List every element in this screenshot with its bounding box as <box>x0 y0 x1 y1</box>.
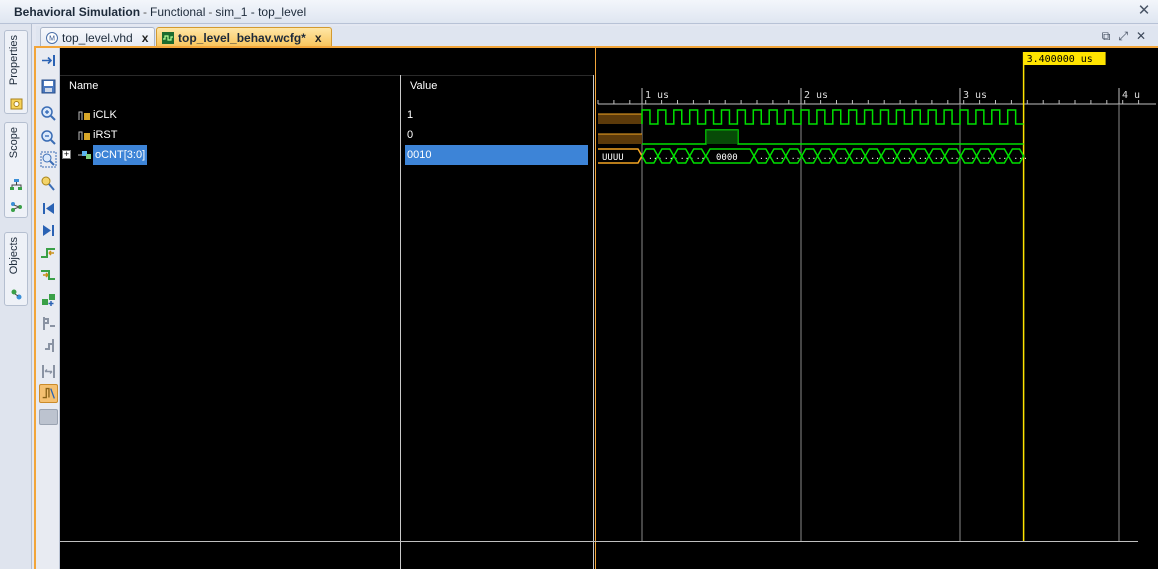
close-tab-icon[interactable]: x <box>142 31 149 45</box>
cursor-center-icon[interactable] <box>39 174 58 193</box>
restore-icon[interactable]: ⧉ <box>1102 29 1111 44</box>
ruler-tick-label: 3 us <box>963 90 987 101</box>
tab-scope[interactable]: Scope <box>4 122 28 218</box>
close-icon[interactable]: ✕ <box>1136 3 1152 19</box>
signal-name: oCNT[3:0] <box>93 145 148 165</box>
tab-properties[interactable]: Properties <box>4 30 28 114</box>
save-icon[interactable] <box>39 77 58 96</box>
signal-list-pane: Name Value iCLK 1 iRST 0 + oCNT[3:0] 001… <box>60 48 595 569</box>
irst-waveform <box>642 129 1024 145</box>
simulation-window: Behavioral Simulation - Functional - sim… <box>0 0 1158 569</box>
scope-icon <box>10 179 22 190</box>
objects-icon <box>11 289 22 300</box>
signal-value: 0 <box>407 129 414 141</box>
properties-icon <box>10 98 23 110</box>
tab-top-level-vhd[interactable]: M top_level.vhd x <box>40 27 155 47</box>
go-to-end-icon[interactable] <box>39 221 58 240</box>
selected-value-highlight <box>405 145 588 165</box>
vhdl-file-icon: M <box>46 31 58 44</box>
iclk-undefined <box>598 114 642 124</box>
snap-to-transition-icon[interactable] <box>39 384 58 403</box>
waveform-canvas[interactable]: 1 us 2 us 3 us 4 u3.400000 usUUUU..........… <box>596 48 1158 569</box>
ruler-tick-label: 1 us <box>645 90 669 101</box>
value-column-header[interactable]: Value <box>401 75 594 95</box>
bit-signal-icon <box>78 111 90 120</box>
bus-signal-icon <box>78 151 91 159</box>
signal-name: iRST <box>93 129 118 141</box>
close-view-icon[interactable]: ✕ <box>1136 29 1146 44</box>
tab-objects-label: Objects <box>8 237 20 275</box>
title-context: sim_1 - top_level <box>215 4 307 19</box>
signal-row-iclk[interactable]: iCLK 1 <box>60 105 595 125</box>
title-separator: - <box>143 4 148 19</box>
irst-undefined <box>598 134 642 144</box>
ruler-tick-label: 2 us <box>804 90 828 101</box>
bit-signal-icon <box>78 131 90 140</box>
waveform-icon <box>162 31 174 44</box>
next-marker-icon[interactable] <box>39 336 58 355</box>
svg-text:M: M <box>49 35 55 42</box>
ocnt-value-label: 0000 <box>716 153 738 163</box>
zoom-out-icon[interactable] <box>39 128 58 147</box>
title-mode: Behavioral Simulation <box>14 4 141 19</box>
ocnt-value-label: ... <box>1013 152 1027 161</box>
editor-tab-bar: M top_level.vhd x top_level_behav.wcfg* … <box>36 26 1158 47</box>
irst-high-fill <box>706 130 738 144</box>
prev-marker-icon[interactable] <box>39 314 58 333</box>
waveform-pane: 1 us 2 us 3 us 4 u 3.400000 us UUUU..........… <box>596 48 1158 569</box>
add-marker-icon[interactable] <box>39 290 58 309</box>
maximize-icon[interactable]: ⤢ <box>1118 29 1128 44</box>
side-panel-strip: Properties Scope Objects <box>0 24 32 569</box>
hierarchy-icon <box>11 202 22 212</box>
tab-waveform-config[interactable]: top_level_behav.wcfg* x <box>156 27 332 47</box>
ruler-tick-label: 4 u <box>1122 90 1140 101</box>
prev-transition-icon[interactable] <box>39 244 58 263</box>
tab-label: top_level_behav.wcfg* <box>178 30 306 45</box>
bottom-separator <box>60 541 1138 542</box>
title-type: Functional <box>150 4 206 19</box>
view-controls: ⧉ ⤢ ✕ <box>1102 29 1146 44</box>
title-separator: - <box>208 4 213 19</box>
swap-cursors-icon[interactable] <box>39 362 58 381</box>
ocnt-value-label: UUUU <box>602 153 624 163</box>
tab-objects[interactable]: Objects <box>4 232 28 306</box>
iclk-waveform <box>641 109 1024 125</box>
next-transition-icon[interactable] <box>39 266 58 285</box>
title-bar: Behavioral Simulation - Functional - sim… <box>0 0 1158 24</box>
divider-icon[interactable] <box>39 409 58 425</box>
tab-label: top_level.vhd <box>62 30 133 45</box>
signal-row-irst[interactable]: iRST 0 <box>60 125 595 145</box>
cursor-time-label: 3.400000 us <box>1027 54 1093 65</box>
expand-icon[interactable]: + <box>62 150 71 159</box>
signal-value: 0010 <box>407 149 432 161</box>
signal-value: 1 <box>407 109 414 121</box>
zoom-full-icon[interactable] <box>39 150 58 169</box>
wave-toolbar <box>36 48 60 569</box>
signal-name: iCLK <box>93 109 117 121</box>
zoom-in-icon[interactable] <box>39 104 58 123</box>
tab-scope-label: Scope <box>8 127 20 159</box>
name-column-header[interactable]: Name <box>60 75 400 95</box>
tab-properties-label: Properties <box>8 35 20 86</box>
signal-row-ocnt[interactable]: + oCNT[3:0] 0010 <box>60 145 595 165</box>
close-tab-icon[interactable]: x <box>315 31 322 45</box>
zoom-fit-icon[interactable] <box>39 51 58 70</box>
go-to-start-icon[interactable] <box>39 199 58 218</box>
